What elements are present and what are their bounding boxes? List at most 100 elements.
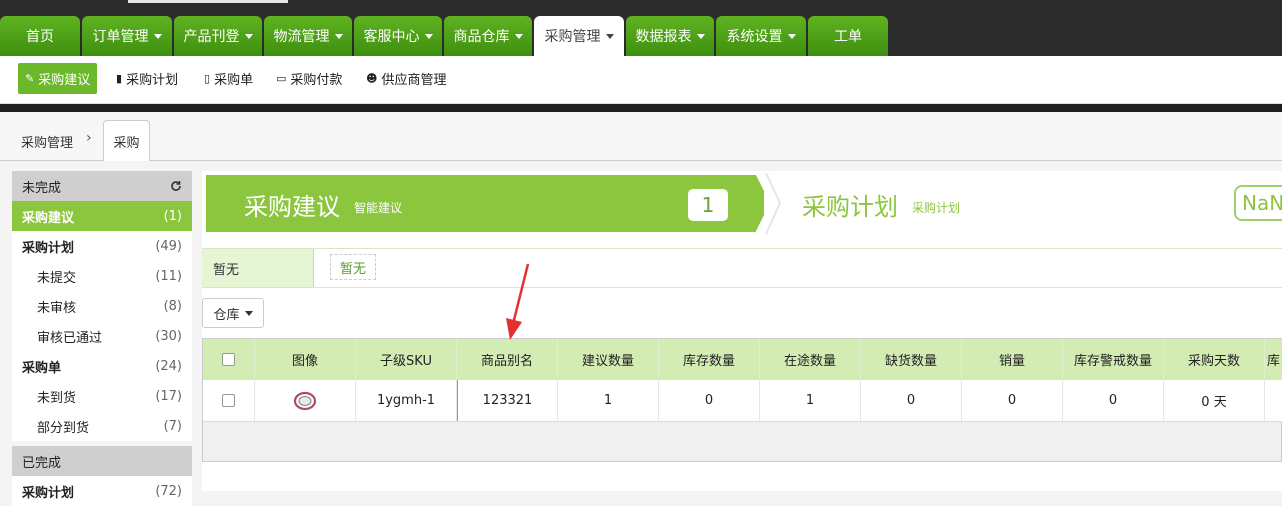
book-icon: ▮ xyxy=(116,72,123,85)
subnav-item-label: 采购建议 xyxy=(38,73,91,88)
subnav-item-2[interactable]: ▯ 采购单 xyxy=(204,63,253,94)
warehouse-button-label: 仓库 xyxy=(213,307,240,323)
sidebar-item-label: 审核已通过 xyxy=(37,330,103,346)
sidebar-item-label: 采购计划 xyxy=(22,485,75,501)
step2-count-badge: NaN xyxy=(1234,185,1282,221)
table-header: 图像 子级SKU 商品别名 建议数量 库存数量 在途数量 缺货数量 销量 库存警戒数量 采购天数库 xyxy=(203,339,1282,379)
main-nav: 首页 订单管理 产品刊登 物流管理 客服中心 商品仓库 采购管理 数据报表 系统设置 工单 xyxy=(0,16,890,56)
step1-title: 采购建议 xyxy=(244,193,340,221)
step-purchase-suggestion[interactable]: 采购建议 智能建议 1 xyxy=(206,175,756,232)
sidebar-item-label: 采购建议 xyxy=(22,210,75,226)
sidebar-group-incomplete[interactable]: 未完成 xyxy=(12,171,192,201)
select-all-checkbox[interactable] xyxy=(222,352,235,366)
sidebar-item-0[interactable]: 采购建议 (1) xyxy=(12,201,192,231)
table-cell-2: 1ygmh-1 xyxy=(356,380,457,421)
column-header-4: 建议数量 xyxy=(558,339,659,379)
step1-count-badge: 1 xyxy=(688,189,728,221)
nav-item-5[interactable]: 商品仓库 xyxy=(444,16,532,56)
nav-item-2[interactable]: 产品刊登 xyxy=(174,16,262,56)
select-all-checkbox-cell[interactable] xyxy=(203,339,255,379)
nav-item-0[interactable]: 首页 xyxy=(0,16,80,56)
breadcrumb: 采购管理 › xyxy=(0,112,1282,161)
table-cell-7: 0 xyxy=(861,380,962,421)
nav-item-label: 订单管理 xyxy=(92,29,149,45)
table-row[interactable]: 1ygmh-1 123321 1 0 1 0 0 0 0 天 xyxy=(203,379,1282,422)
sidebar-item-7[interactable]: 部分到货 (7) xyxy=(12,411,192,441)
annotation-arrow-icon xyxy=(506,263,530,340)
sidebar-item-count: (8) xyxy=(163,298,182,314)
subnav-item-4[interactable]: ☻ 供应商管理 xyxy=(366,63,446,94)
caret-down-icon xyxy=(153,33,162,39)
nav-item-label: 数据报表 xyxy=(635,29,692,45)
column-header-5: 库存数量 xyxy=(659,339,760,379)
column-header-1: 图像 xyxy=(255,339,356,379)
caret-down-icon xyxy=(244,33,253,39)
suggestion-table: 图像 子级SKU 商品别名 建议数量 库存数量 在途数量 缺货数量 销量 库存警戒数量 采购天数库… xyxy=(202,338,1282,462)
nav-item-label: 首页 xyxy=(26,29,54,45)
nav-item-3[interactable]: 物流管理 xyxy=(264,16,352,56)
sidebar-item-count: (1) xyxy=(163,208,182,224)
subnav-item-label: 采购计划 xyxy=(126,73,179,88)
sidebar-item-label: 部分到货 xyxy=(37,420,90,436)
sidebar-item-count: (7) xyxy=(163,418,182,434)
sidebar-group-label: 已完成 xyxy=(22,455,62,471)
nav-item-9[interactable]: 工单 xyxy=(808,16,888,56)
sidebar-group-label: 未完成 xyxy=(22,180,62,196)
nav-item-label: 产品刊登 xyxy=(183,29,240,45)
separator xyxy=(0,104,1282,112)
top-tab-fragment xyxy=(128,0,288,3)
warehouse-dropdown-button[interactable]: 仓库 xyxy=(202,298,264,328)
sidebar-item-count: (30) xyxy=(155,328,182,344)
nav-item-4[interactable]: 客服中心 xyxy=(354,16,442,56)
subnav-item-3[interactable]: ▭ 采购付款 xyxy=(276,63,342,94)
main-content: 采购建议 智能建议 1 采购计划 采购计划 NaN 暂无 暂无 仓库 图像 子级S… xyxy=(202,171,1282,491)
sidebar-item-label: 未审核 xyxy=(37,300,77,316)
filter-label: 暂无 xyxy=(202,249,314,287)
subnav-item-1[interactable]: ▮ 采购计划 xyxy=(116,63,178,94)
caret-down-icon xyxy=(244,310,253,316)
product-image-cell xyxy=(255,380,356,421)
subnav-item-0[interactable]: ✎ 采购建议 xyxy=(18,63,98,94)
subnav-item-label: 采购单 xyxy=(214,73,254,88)
sidebar-item-count: (17) xyxy=(155,388,182,404)
file-icon: ▯ xyxy=(204,72,211,85)
nav-item-8[interactable]: 系统设置 xyxy=(716,16,806,56)
nav-item-label: 客服中心 xyxy=(363,29,420,45)
caret-down-icon xyxy=(605,33,614,39)
sidebar-item-1[interactable]: 采购计划 (49) xyxy=(12,231,192,261)
caret-down-icon xyxy=(787,33,796,39)
nav-item-6[interactable]: 采购管理 xyxy=(534,16,624,56)
column-header-6: 在途数量 xyxy=(760,339,861,379)
sidebar-item-4[interactable]: 审核已通过 (30) xyxy=(12,321,192,351)
sidebar-item-2[interactable]: 未提交 (11) xyxy=(12,261,192,291)
sidebar-item-label: 采购单 xyxy=(22,360,62,376)
refresh-icon[interactable] xyxy=(170,180,182,192)
breadcrumb-parent[interactable]: 采购管理 xyxy=(21,132,73,151)
nav-item-1[interactable]: 订单管理 xyxy=(82,16,172,56)
row-checkbox[interactable] xyxy=(222,394,235,407)
column-header-7: 缺货数量 xyxy=(861,339,962,379)
users-icon: ☻ xyxy=(366,72,378,85)
sub-nav: ✎ 采购建议 ▮ 采购计划 ▯ 采购单 ▭ 采购付款 ☻ 供应商管理 xyxy=(0,56,1282,104)
column-header-9: 库存警戒数量 xyxy=(1063,339,1164,379)
sidebar-item-count: (72) xyxy=(155,483,182,499)
sidebar-group-complete[interactable]: 已完成 xyxy=(12,446,192,476)
caret-down-icon xyxy=(696,33,705,39)
breadcrumb-current-tab[interactable]: 采购 xyxy=(103,120,150,161)
sidebar-item-label: 采购计划 xyxy=(22,240,75,256)
sidebar-item-partial[interactable]: 采购计划 (72) xyxy=(12,476,192,506)
sidebar-item-6[interactable]: 未到货 (17) xyxy=(12,381,192,411)
sidebar-item-5[interactable]: 采购单 (24) xyxy=(12,351,192,381)
step1-subtitle: 智能建议 xyxy=(354,201,403,215)
sidebar-item-label: 未提交 xyxy=(37,270,77,286)
nav-item-7[interactable]: 数据报表 xyxy=(626,16,714,56)
caret-down-icon xyxy=(334,33,343,39)
nav-item-label: 物流管理 xyxy=(273,29,330,45)
table-cell-6: 1 xyxy=(760,380,861,421)
sidebar-item-3[interactable]: 未审核 (8) xyxy=(12,291,192,321)
sidebar-item-count: (11) xyxy=(155,268,182,284)
row-checkbox-cell[interactable] xyxy=(203,380,255,421)
column-header-10: 采购天数 xyxy=(1164,339,1265,379)
column-header-2: 子级SKU xyxy=(356,339,457,379)
filter-tag[interactable]: 暂无 xyxy=(330,254,376,280)
